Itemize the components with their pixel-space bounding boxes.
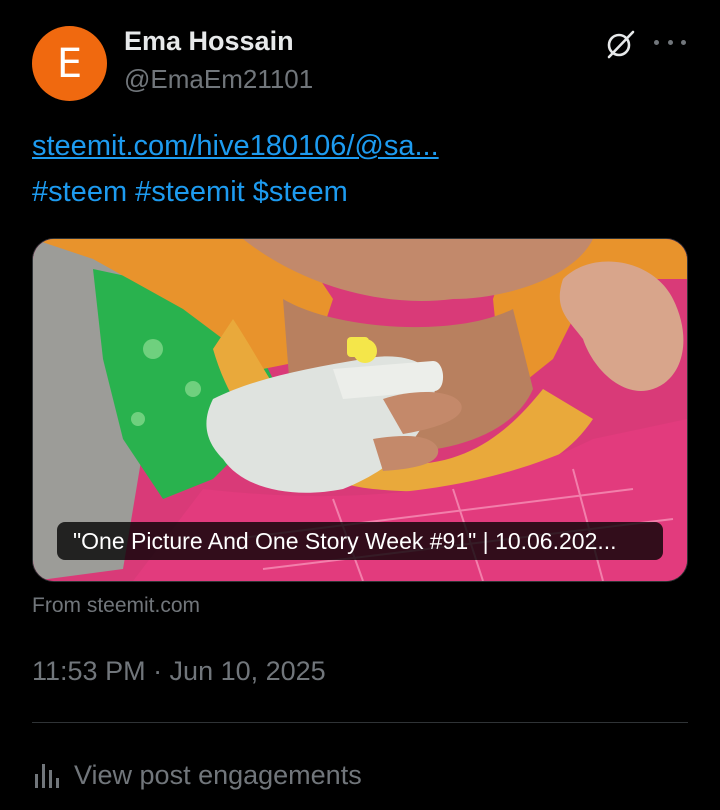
post-timestamp[interactable]: 11:53 PM · Jun 10, 2025 bbox=[32, 656, 326, 687]
cashtag-steem[interactable]: $steem bbox=[253, 176, 348, 208]
card-title: "One Picture And One Story Week #91" | 1… bbox=[57, 522, 663, 560]
hashtags-line: #steem #steemit $steem bbox=[32, 176, 356, 209]
hashtag-steemit[interactable]: #steemit bbox=[135, 176, 245, 208]
view-engagements-button[interactable]: View post engagements bbox=[32, 758, 362, 792]
author-display-name[interactable]: Ema Hossain bbox=[124, 26, 294, 57]
avatar-letter: E bbox=[56, 40, 83, 87]
card-source: From steemit.com bbox=[32, 594, 201, 617]
link-preview-card[interactable]: "One Picture And One Story Week #91" | 1… bbox=[32, 238, 688, 582]
post-link[interactable]: steemit.com/hive180106/@sa... bbox=[32, 130, 439, 163]
author-handle[interactable]: @EmaEm21101 bbox=[124, 64, 313, 95]
engagements-label: View post engagements bbox=[74, 759, 362, 790]
divider bbox=[32, 722, 688, 723]
analytics-icon bbox=[35, 764, 59, 788]
hashtag-steem[interactable]: #steem bbox=[32, 176, 127, 208]
author-avatar[interactable]: E bbox=[32, 26, 107, 101]
grok-icon[interactable] bbox=[604, 28, 636, 60]
more-icon[interactable] bbox=[654, 32, 686, 52]
